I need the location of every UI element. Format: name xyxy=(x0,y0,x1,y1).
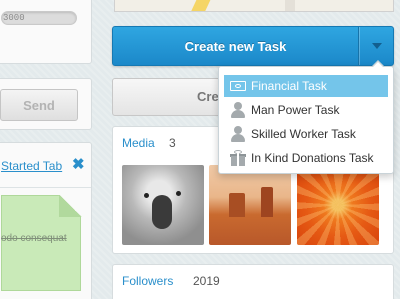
create-task-split-button: Create new Task xyxy=(112,26,394,66)
gift-icon xyxy=(230,150,246,166)
menu-item-label: Skilled Worker Task xyxy=(251,127,356,141)
person-icon xyxy=(230,102,246,118)
progress-text: 3000 xyxy=(3,13,25,23)
menu-item-label: Financial Task xyxy=(251,79,327,93)
followers-count: 2019 xyxy=(193,274,220,288)
map-road xyxy=(190,0,214,11)
menu-item-financial-task[interactable]: Financial Task xyxy=(224,75,388,97)
menu-item-label: In Kind Donations Task xyxy=(251,151,374,165)
message-panel: Send xyxy=(0,78,92,130)
tab-row: Started Tab ✖ xyxy=(0,157,91,177)
followers-title[interactable]: Followers xyxy=(122,274,173,288)
close-icon[interactable]: ✖ xyxy=(72,157,86,173)
media-title[interactable]: Media xyxy=(122,136,155,150)
left-column: 3000 Send Started Tab ✖ odo consequat xyxy=(0,0,96,299)
sticky-note-fold xyxy=(59,195,82,217)
menu-item-skilled-worker-task[interactable]: Skilled Worker Task xyxy=(224,123,388,145)
koala-nose xyxy=(152,195,172,229)
flower-petals xyxy=(297,165,379,245)
koala-eye xyxy=(176,191,181,196)
progress-bar: 3000 xyxy=(1,11,77,25)
send-button[interactable]: Send xyxy=(0,89,78,121)
chevron-down-icon xyxy=(372,43,382,49)
media-thumbnail-desert[interactable] xyxy=(209,165,291,245)
desert-mesa xyxy=(261,187,273,217)
menu-item-label: Man Power Task xyxy=(251,103,340,117)
map-road xyxy=(285,0,295,11)
map-panel[interactable] xyxy=(114,0,394,12)
media-count: 3 xyxy=(169,136,176,150)
divider xyxy=(0,187,91,188)
started-tab-link[interactable]: Started Tab xyxy=(1,159,62,173)
progress-panel: 3000 xyxy=(0,0,92,64)
tab-panel: Started Tab ✖ odo consequat xyxy=(0,142,92,299)
secondary-create-label: Cre xyxy=(197,89,219,104)
desert-mesa xyxy=(229,193,245,217)
media-thumbnail-koala[interactable] xyxy=(122,165,204,245)
menu-caret xyxy=(372,62,384,68)
task-type-menu: Financial Task Man Power Task Skilled Wo… xyxy=(218,60,394,174)
person-icon xyxy=(230,126,246,142)
sticky-note-text: odo consequat xyxy=(1,233,67,244)
followers-panel: Followers 2019 xyxy=(112,264,394,299)
create-task-button[interactable]: Create new Task xyxy=(113,27,358,65)
media-thumbnail-flower[interactable] xyxy=(297,165,379,245)
koala-eye xyxy=(144,193,149,198)
menu-item-man-power-task[interactable]: Man Power Task xyxy=(224,99,388,121)
split-separator xyxy=(358,27,359,65)
money-icon xyxy=(230,78,246,94)
menu-item-in-kind-donations-task[interactable]: In Kind Donations Task xyxy=(224,147,388,169)
